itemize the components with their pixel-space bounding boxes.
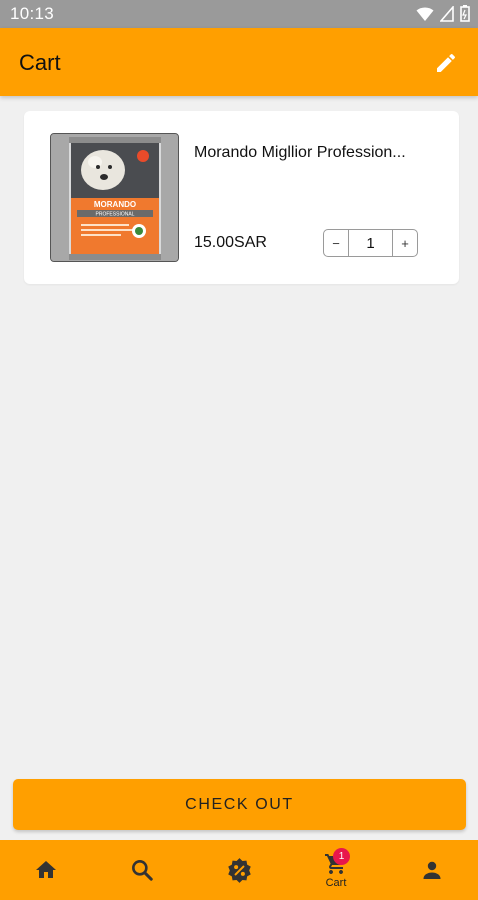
- offers-badge-icon: [227, 857, 251, 883]
- nav-cart-label: Cart: [325, 876, 347, 889]
- status-bar: 10:13: [0, 0, 478, 28]
- battery-icon: [460, 5, 470, 22]
- product-name[interactable]: Morando Migllior Profession...: [194, 144, 434, 162]
- product-image-brand: MORANDO: [94, 200, 136, 209]
- pencil-icon: [437, 53, 456, 72]
- nav-home[interactable]: [22, 840, 70, 900]
- checkout-button[interactable]: CHECK OUT: [13, 779, 466, 830]
- nav-offers[interactable]: [215, 840, 263, 900]
- decrement-button[interactable]: −: [324, 230, 348, 256]
- nav-cart[interactable]: Cart 1: [311, 840, 361, 900]
- cart-count-badge: 1: [333, 848, 350, 865]
- cellular-signal-icon: [440, 5, 454, 22]
- nav-search[interactable]: [118, 840, 166, 900]
- quantity-value: 1: [348, 230, 393, 256]
- wifi-icon: [416, 7, 434, 21]
- bottom-navigation: Cart 1: [0, 840, 478, 900]
- product-image-line: PROFESSIONAL: [96, 212, 135, 218]
- edit-button[interactable]: [432, 49, 460, 77]
- person-icon: [423, 861, 441, 879]
- system-icons: [416, 5, 470, 22]
- nav-profile[interactable]: [408, 840, 456, 900]
- status-time: 10:13: [10, 4, 55, 23]
- cart-item-card[interactable]: MORANDO PROFESSIONAL Morando Migllior Pr…: [24, 111, 459, 284]
- product-price: 15.00SAR: [194, 234, 267, 251]
- quantity-stepper[interactable]: − 1 +: [323, 229, 418, 257]
- page-title: Cart: [19, 50, 61, 75]
- search-icon: [132, 860, 153, 881]
- increment-button[interactable]: +: [393, 230, 417, 256]
- home-icon: [36, 861, 56, 878]
- app-bar: Cart: [0, 28, 478, 96]
- product-image[interactable]: MORANDO PROFESSIONAL: [50, 133, 179, 262]
- dog-food-can-image: MORANDO PROFESSIONAL: [51, 134, 178, 261]
